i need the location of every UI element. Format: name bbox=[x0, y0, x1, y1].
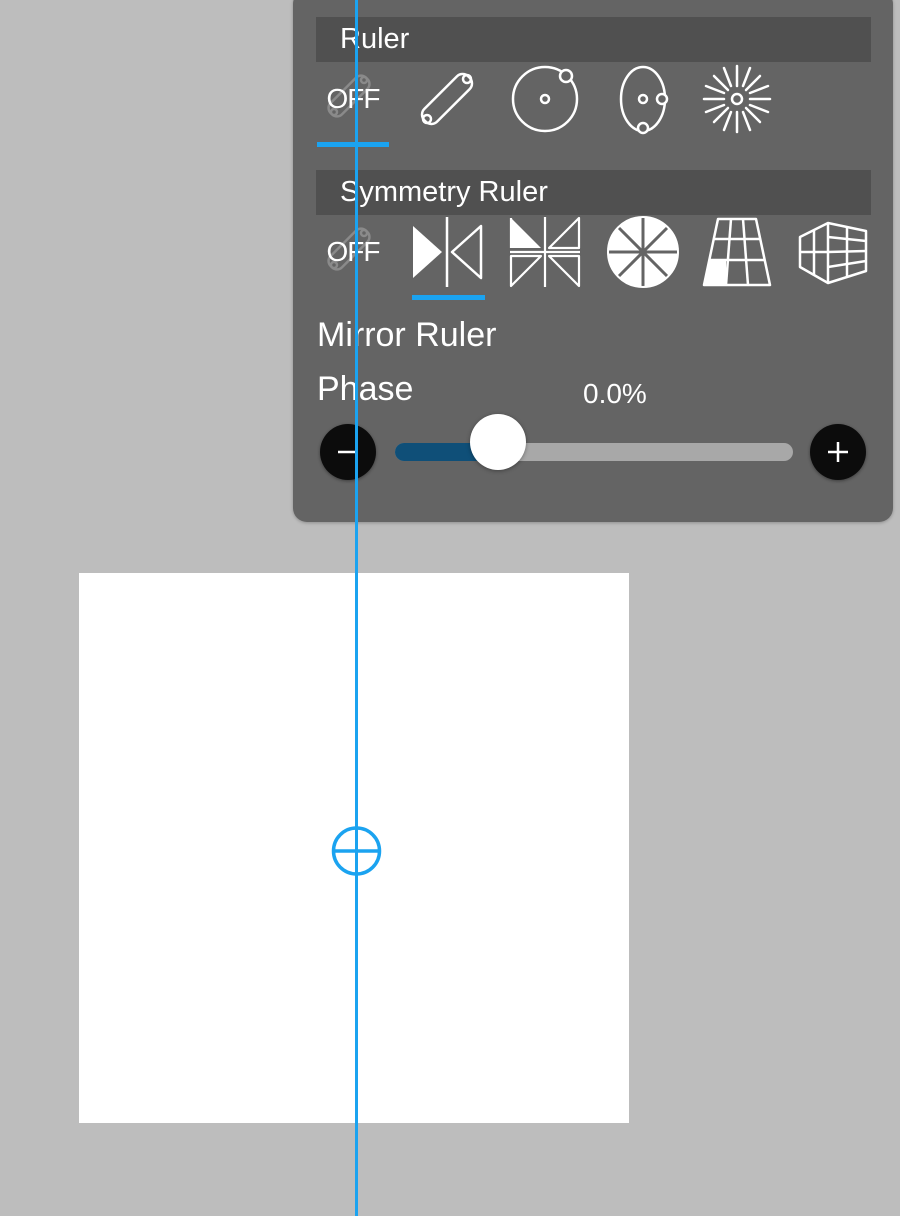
phase-slider-track[interactable] bbox=[395, 443, 793, 461]
ruler-settings-panel: Ruler OFF Symmetry Ruler OFF Mirror Rule… bbox=[293, 0, 893, 522]
phase-increase-button[interactable] bbox=[810, 424, 866, 480]
mirror-ruler-button[interactable] bbox=[410, 215, 484, 289]
mirror-ruler-icon bbox=[413, 217, 483, 287]
radial-symmetry-icon bbox=[607, 216, 679, 288]
kaleidoscope-ruler-button[interactable] bbox=[508, 215, 582, 289]
radial-ruler-button[interactable] bbox=[700, 62, 774, 136]
phase-label: Phase bbox=[317, 370, 414, 408]
kaleidoscope-ruler-icon bbox=[509, 216, 581, 288]
perspective-grid-icon bbox=[702, 217, 772, 287]
ellipse-ruler-icon bbox=[619, 65, 669, 135]
ruler-off-button[interactable]: OFF bbox=[316, 62, 390, 136]
radial-symmetry-button[interactable] bbox=[606, 215, 680, 289]
plus-icon bbox=[828, 442, 848, 462]
mirror-axis-handle-icon[interactable] bbox=[330, 825, 384, 879]
phase-value: 0.0% bbox=[583, 378, 647, 409]
mode-label: Mirror Ruler bbox=[317, 316, 497, 354]
3d-perspective-button[interactable] bbox=[796, 215, 870, 289]
straight-ruler-icon bbox=[420, 72, 474, 126]
ruler-off-label: OFF bbox=[326, 83, 381, 114]
ruler-selected-indicator bbox=[317, 142, 389, 147]
symmetry-section-header: Symmetry Ruler bbox=[316, 170, 871, 215]
circle-ruler-button[interactable] bbox=[508, 62, 582, 136]
radial-ruler-icon bbox=[702, 64, 772, 134]
symmetry-off-button[interactable]: OFF bbox=[316, 215, 390, 289]
ellipse-ruler-button[interactable] bbox=[606, 62, 680, 136]
straight-ruler-button[interactable] bbox=[410, 62, 484, 136]
mirror-axis-line[interactable] bbox=[355, 0, 358, 1216]
3d-perspective-icon bbox=[798, 221, 868, 285]
phase-decrease-button[interactable] bbox=[320, 424, 376, 480]
perspective-grid-button[interactable] bbox=[700, 215, 774, 289]
symmetry-selected-indicator bbox=[412, 295, 485, 300]
drawing-workspace[interactable]: Ruler OFF Symmetry Ruler OFF Mirror Rule… bbox=[0, 0, 900, 1216]
symmetry-off-label: OFF bbox=[326, 236, 381, 267]
phase-slider-thumb[interactable] bbox=[470, 414, 527, 470]
circle-ruler-icon bbox=[511, 65, 579, 133]
ruler-section-header: Ruler bbox=[316, 17, 871, 62]
